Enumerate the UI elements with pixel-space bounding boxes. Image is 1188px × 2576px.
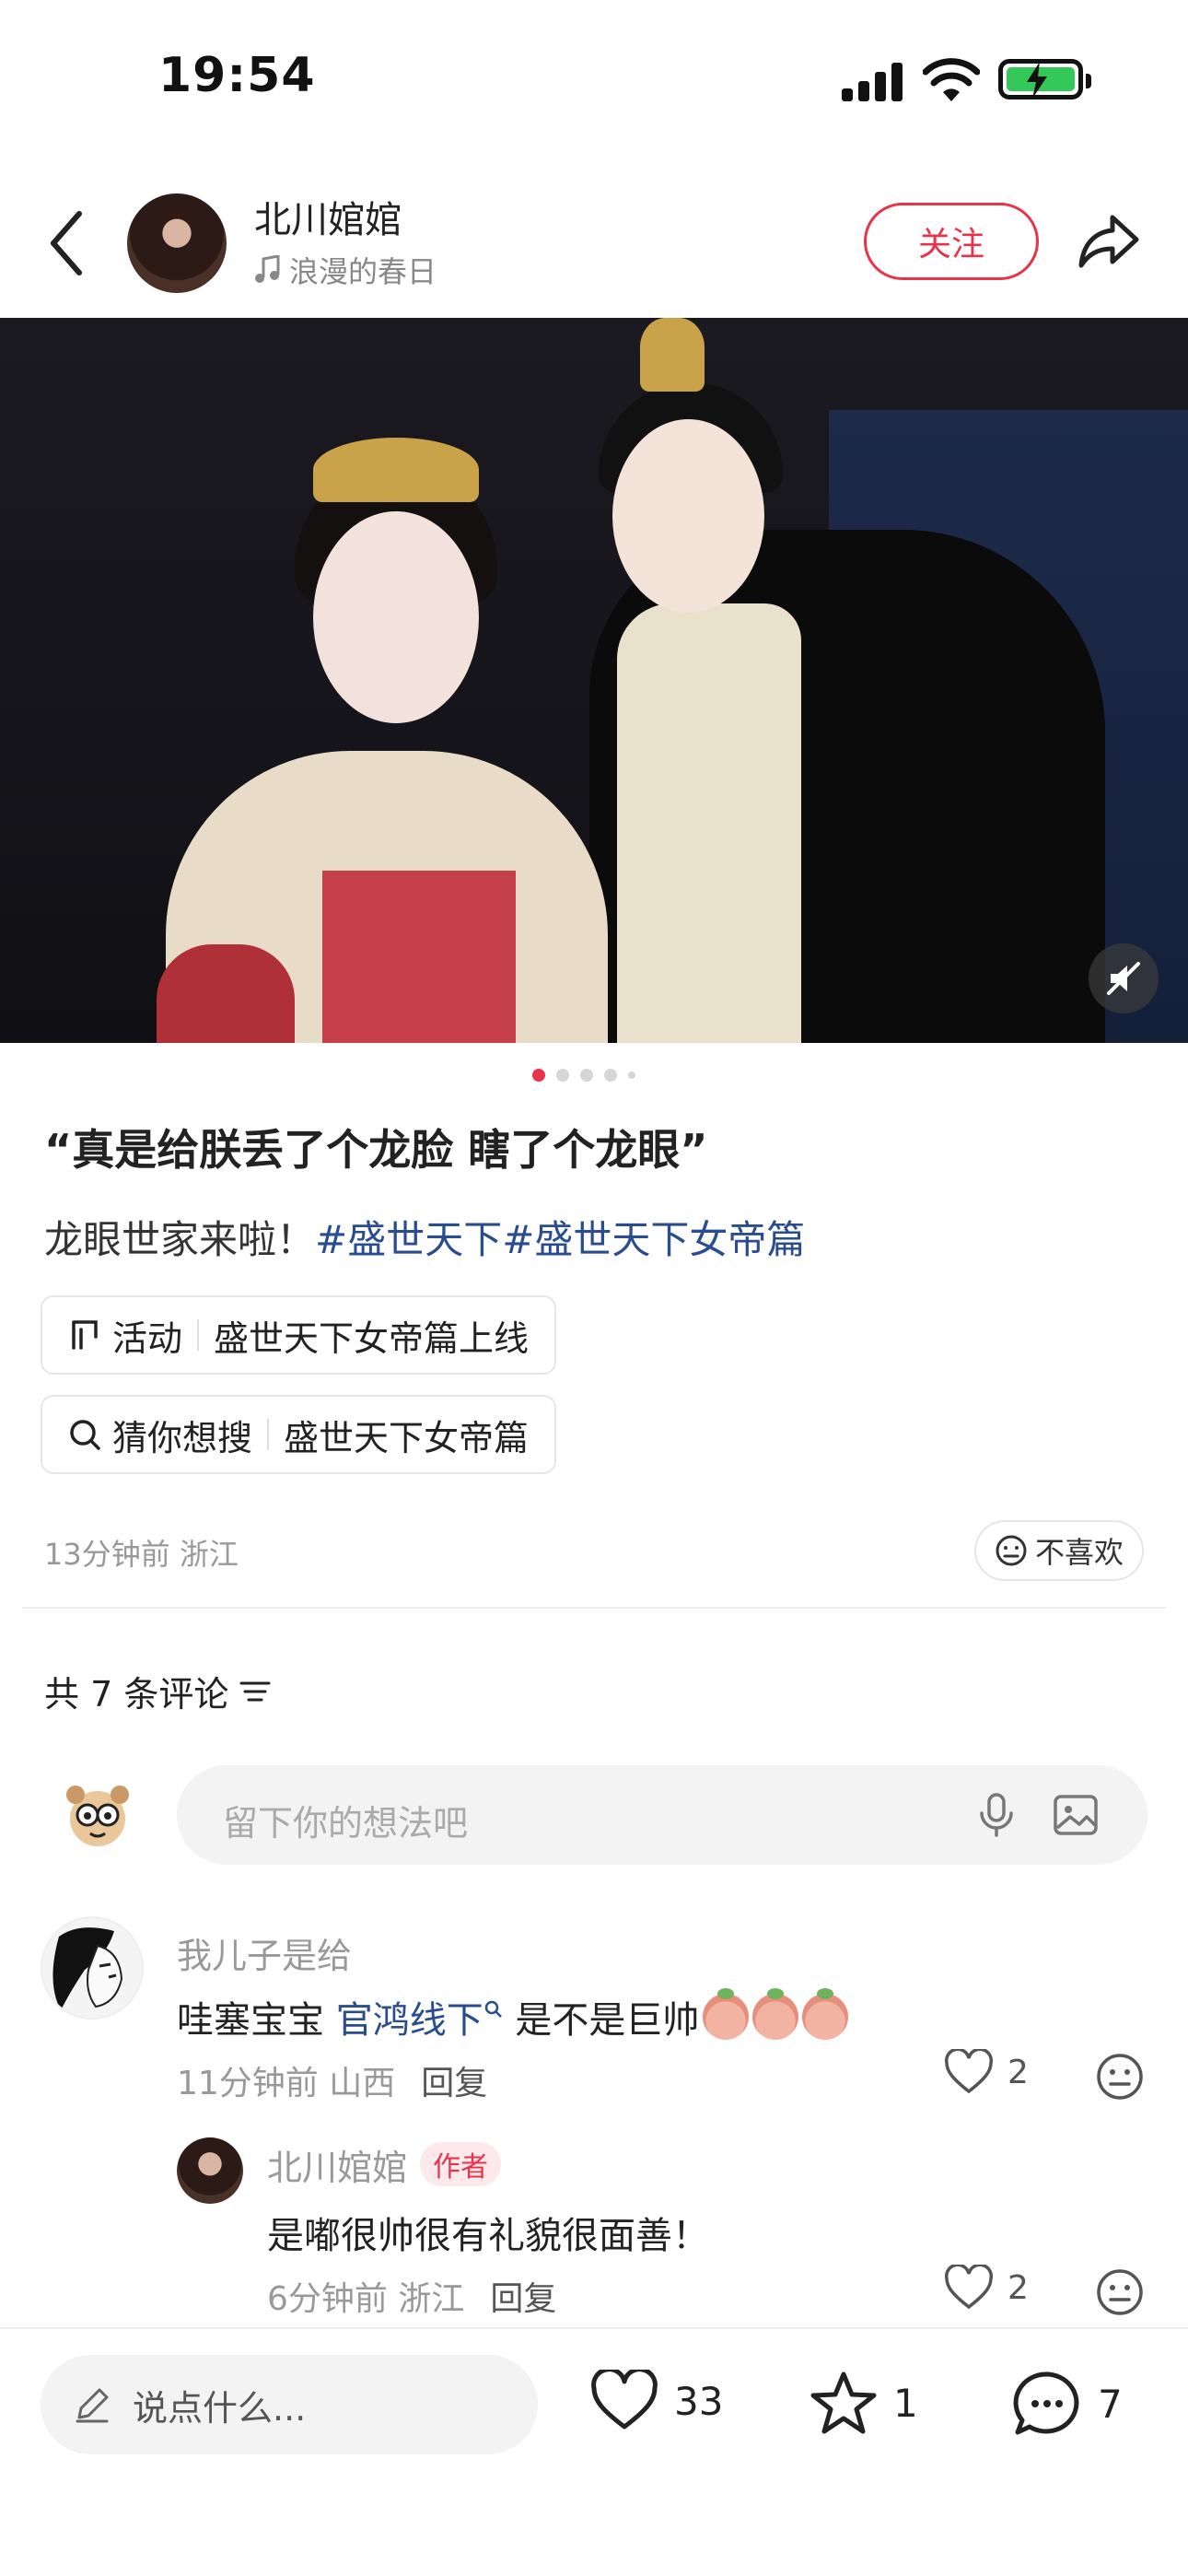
comment-text-part: 哇塞宝宝 — [177, 1999, 336, 2042]
reply-author-name[interactable]: 北川婠婠 — [267, 2148, 407, 2188]
activity-chip[interactable]: 活动 盛世天下女帝篇上线 — [41, 1295, 557, 1375]
peach-emoji-icon — [802, 1988, 849, 2040]
music-row[interactable]: 浪漫的春日 — [254, 249, 437, 291]
heart-icon — [591, 2370, 658, 2430]
sort-icon — [239, 1681, 271, 1701]
status-bar: 19:54 — [0, 0, 1188, 157]
comment-meta: 11分钟前 山西 回复 — [177, 2056, 487, 2104]
image-icon[interactable] — [1050, 1789, 1101, 1841]
post-title: “真是给朕丢了个龙脸 瞎了个龙眼” — [44, 1125, 708, 1175]
reply-meta: 6分钟前 浙江 回复 — [267, 2272, 556, 2320]
commenter-avatar[interactable] — [41, 1916, 144, 2020]
neutral-face-icon — [996, 1535, 1027, 1566]
search-link[interactable]: 官鸿线下 — [336, 1999, 483, 2042]
battery-charging-icon — [998, 59, 1091, 100]
hashtag-link[interactable]: #盛世天下女帝篇 — [502, 1217, 805, 1262]
carousel-dot — [628, 1071, 635, 1079]
reply-text: 是嘟很帅很有礼貌很面善！ — [267, 2215, 709, 2257]
wifi-icon — [923, 58, 980, 101]
comment-time-location: 11分钟前 山西 — [177, 2065, 396, 2102]
comment-input-placeholder: 留下你的想法吧 — [223, 1803, 469, 1844]
suggested-search-chip[interactable]: 猜你想搜 盛世天下女帝篇 — [41, 1395, 557, 1474]
post-header: 北川婠婠 浪漫的春日 关注 — [0, 175, 1188, 313]
carousel-dot — [604, 1069, 617, 1082]
follow-button[interactable]: 关注 — [864, 203, 1039, 280]
search-chip-value: 盛世天下女帝篇 — [284, 1417, 530, 1458]
activity-chip-value: 盛世天下女帝篇上线 — [214, 1317, 530, 1359]
carousel-indicator — [532, 1069, 635, 1082]
author-name[interactable]: 北川婠婠 — [254, 190, 402, 243]
bottom-comment-input[interactable]: 说点什么... — [41, 2355, 538, 2454]
my-avatar — [66, 1786, 129, 1846]
reply-dislike-icon[interactable] — [1094, 2266, 1146, 2318]
like-button[interactable]: 33 — [589, 2370, 723, 2432]
activity-icon — [72, 1320, 98, 1350]
pencil-icon — [76, 2388, 109, 2423]
search-small-icon — [484, 2000, 502, 2018]
comment-bubble-icon — [1013, 2371, 1079, 2435]
illustrated-face-icon — [52, 1927, 123, 2010]
comment-dislike-icon[interactable] — [1094, 2051, 1146, 2102]
back-arrow-icon[interactable] — [44, 206, 90, 280]
comment-like-count: 2 — [1007, 2053, 1029, 2091]
activity-chip-label: 活动 — [112, 1317, 183, 1359]
mute-button[interactable] — [1089, 943, 1159, 1013]
reply-author-name-row: 北川婠婠 作者 — [267, 2139, 502, 2190]
microphone-icon[interactable] — [971, 1789, 1022, 1841]
status-time: 19:54 — [158, 48, 316, 103]
reply-like-count: 2 — [1007, 2268, 1029, 2307]
heart-icon — [945, 2265, 993, 2310]
commenter-name[interactable]: 我儿子是给 — [177, 1927, 352, 1978]
reply-time-location: 6分钟前 浙江 — [267, 2280, 465, 2318]
reply-author-avatar[interactable] — [177, 2137, 243, 2204]
heart-icon — [945, 2049, 993, 2094]
carousel-dot — [532, 1069, 545, 1082]
favorite-count: 1 — [893, 2380, 918, 2426]
search-icon — [70, 1420, 100, 1450]
post-body-text: 龙眼世家来啦！ — [44, 1217, 316, 1262]
author-badge: 作者 — [420, 2142, 502, 2186]
comment-input[interactable]: 留下你的想法吧 — [177, 1765, 1147, 1865]
comment-count: 7 — [1098, 2381, 1123, 2427]
music-title: 浪漫的春日 — [289, 254, 437, 289]
hashtag-link[interactable]: #盛世天下 — [315, 1217, 502, 1262]
bottom-bar-divider — [0, 2327, 1188, 2329]
divider — [22, 1607, 1166, 1609]
comment-text: 哇塞宝宝 官鸿线下 是不是巨帅 — [177, 1988, 849, 2043]
author-avatar[interactable] — [127, 193, 227, 293]
post-body: 龙眼世家来啦！#盛世天下#盛世天下女帝篇 — [44, 1209, 805, 1265]
comment-like-button[interactable]: 2 — [943, 2049, 1029, 2095]
peach-emoji-icon — [752, 1988, 799, 2040]
dislike-button[interactable]: 不喜欢 — [974, 1520, 1145, 1581]
music-note-icon — [255, 255, 280, 283]
favorite-button[interactable]: 1 — [809, 2370, 918, 2436]
comment-count-label: 共 7 条评论 — [44, 1674, 229, 1715]
cellular-signal-icon — [842, 63, 906, 101]
peach-emoji-icon — [703, 1988, 750, 2040]
reply-button[interactable]: 回复 — [421, 2065, 487, 2102]
reply-like-button[interactable]: 2 — [943, 2265, 1029, 2311]
like-count: 33 — [674, 2378, 724, 2424]
comment-button[interactable]: 7 — [1011, 2370, 1123, 2438]
comment-text-part: 是不是巨帅 — [503, 1999, 700, 2042]
reply-button[interactable]: 回复 — [490, 2280, 556, 2318]
search-chip-label: 猜你想搜 — [112, 1417, 253, 1458]
post-time-location: 13分钟前 浙江 — [44, 1537, 239, 1572]
speaker-muted-icon — [1107, 962, 1140, 995]
bottom-input-placeholder: 说点什么... — [133, 2387, 307, 2429]
dislike-label: 不喜欢 — [1035, 1535, 1124, 1570]
post-photo[interactable] — [0, 318, 1188, 1043]
star-icon — [810, 2371, 877, 2434]
share-icon[interactable] — [1076, 208, 1142, 275]
carousel-dot — [580, 1069, 593, 1082]
carousel-dot — [556, 1069, 569, 1082]
comment-count-sort[interactable]: 共 7 条评论 — [44, 1666, 271, 1716]
